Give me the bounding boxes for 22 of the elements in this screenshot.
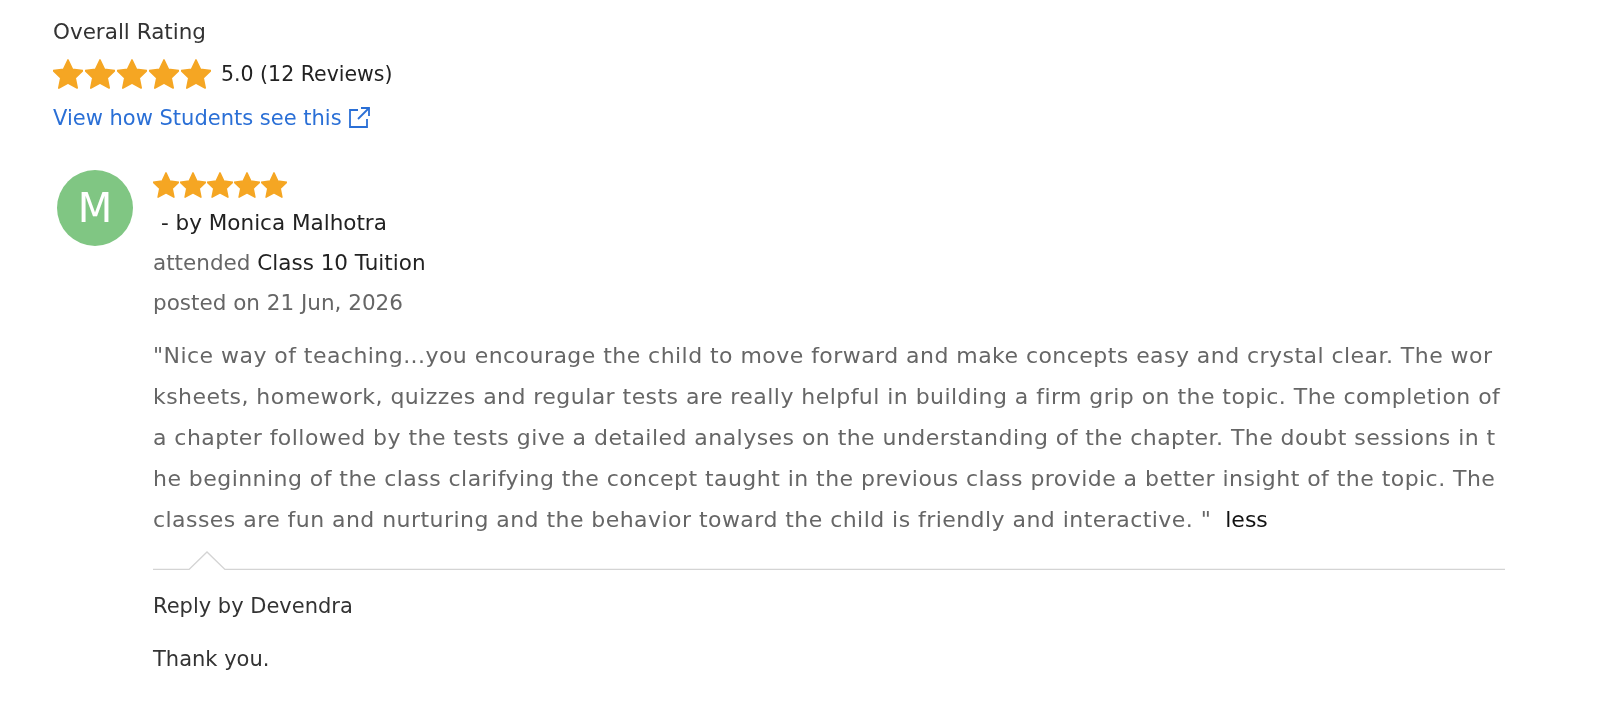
review-text: "Nice way of teaching...you encourage the child to move forward and make concepts easy and crystal clear. The worksheets, homework, quizzes and regular tests are really helpful in building a firm grip on the topic. The completion of a chapter followed by the tests give a detailed analyses on the understanding of the chapter. The doubt sessions in the beginning of the class clarifying the concept taught in the previous class provide a better insight of the topic. The classes are fun and nurturing and the behavior toward the child is friendly and interactive. " less xyxy=(153,342,1501,534)
less-link[interactable]: less xyxy=(1225,507,1268,532)
star-icon xyxy=(234,172,260,198)
external-link-icon xyxy=(347,107,370,129)
star-icon xyxy=(207,172,233,198)
overall-rating-heading: Overall Rating xyxy=(53,18,206,46)
star-icon xyxy=(117,59,147,89)
attended-course: attended Class 10 Tuition xyxy=(153,249,426,277)
avatar-initial: M xyxy=(57,170,133,246)
star-icon xyxy=(53,59,83,89)
reply-author: Reply by Devendra xyxy=(153,593,353,620)
rating-score: 5.0 (12 Reviews) xyxy=(221,61,393,88)
star-icon xyxy=(85,59,115,89)
star-icon xyxy=(181,59,211,89)
reply-text: Thank you. xyxy=(153,646,270,673)
star-icon xyxy=(153,172,179,198)
review-author: - by Monica Malhotra xyxy=(160,209,387,237)
star-icon xyxy=(149,59,179,89)
star-icon xyxy=(261,172,287,198)
view-as-student-link[interactable]: View how Students see this xyxy=(53,104,370,132)
star-icon xyxy=(180,172,206,198)
posted-date: posted on 21 Jun, 2026 xyxy=(153,289,403,317)
